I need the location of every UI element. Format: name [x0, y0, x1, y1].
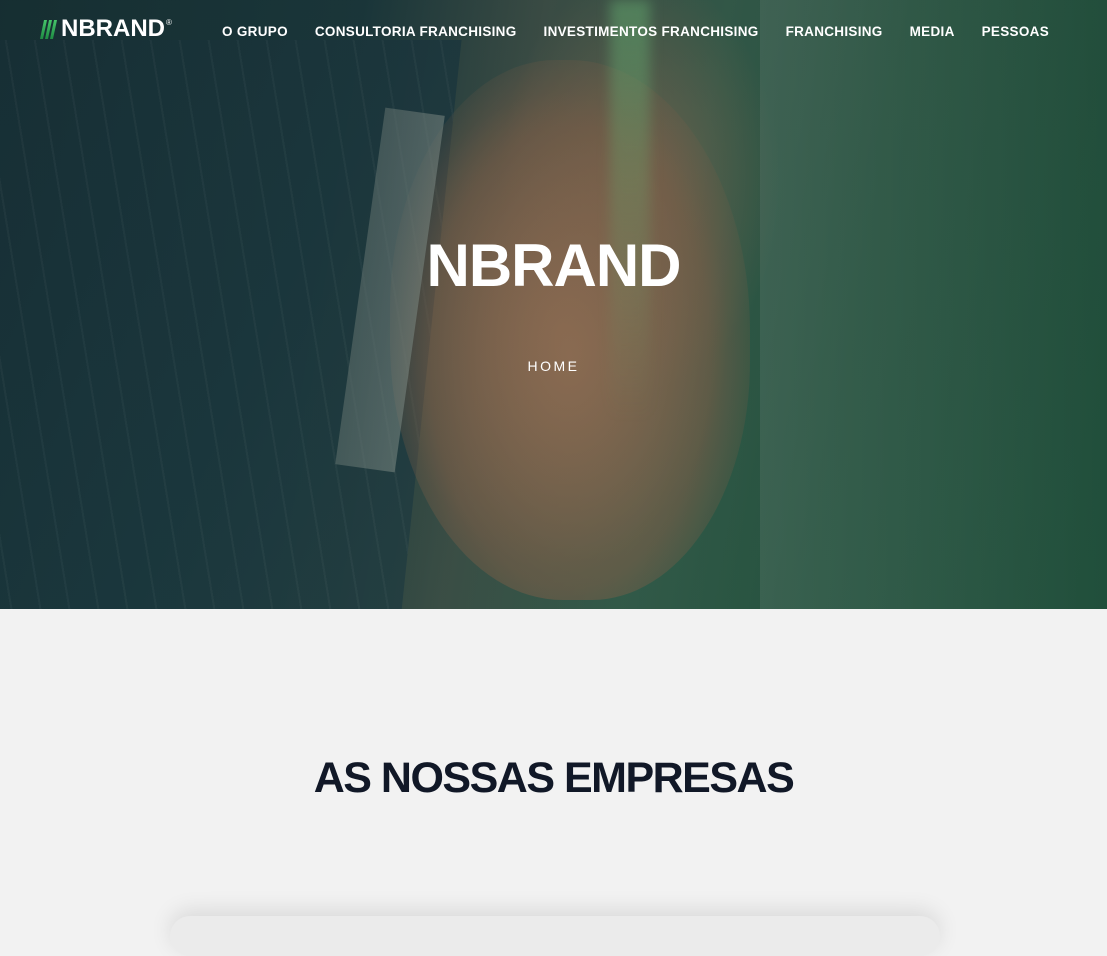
- nav-item-investimentos-franchising[interactable]: INVESTIMENTOS FRANCHISING: [544, 22, 759, 42]
- main-nav: O GRUPO CONSULTORIA FRANCHISING INVESTIM…: [222, 22, 1049, 42]
- companies-card: [170, 916, 940, 956]
- nav-item-franchising[interactable]: FRANCHISING: [786, 22, 883, 42]
- logo-mark-icon: [39, 19, 58, 39]
- brand-logo[interactable]: NBRAND ®: [39, 15, 172, 42]
- nav-item-o-grupo[interactable]: O GRUPO: [222, 22, 288, 42]
- logo-registered-mark: ®: [166, 18, 172, 27]
- hero-title: NBRAND: [426, 232, 682, 299]
- nav-item-consultoria-franchising[interactable]: CONSULTORIA FRANCHISING: [315, 22, 517, 42]
- logo-text: NBRAND: [61, 15, 165, 42]
- nav-item-pessoas[interactable]: PESSOAS: [982, 22, 1049, 42]
- nav-item-media[interactable]: MEDIA: [910, 22, 955, 42]
- breadcrumb-home[interactable]: HOME: [0, 356, 1107, 376]
- hero-overlay: [0, 0, 1107, 609]
- section-title: AS NOSSAS EMPRESAS: [313, 754, 795, 802]
- hero-banner: NBRAND ® O GRUPO CONSULTORIA FRANCHISING…: [0, 0, 1107, 609]
